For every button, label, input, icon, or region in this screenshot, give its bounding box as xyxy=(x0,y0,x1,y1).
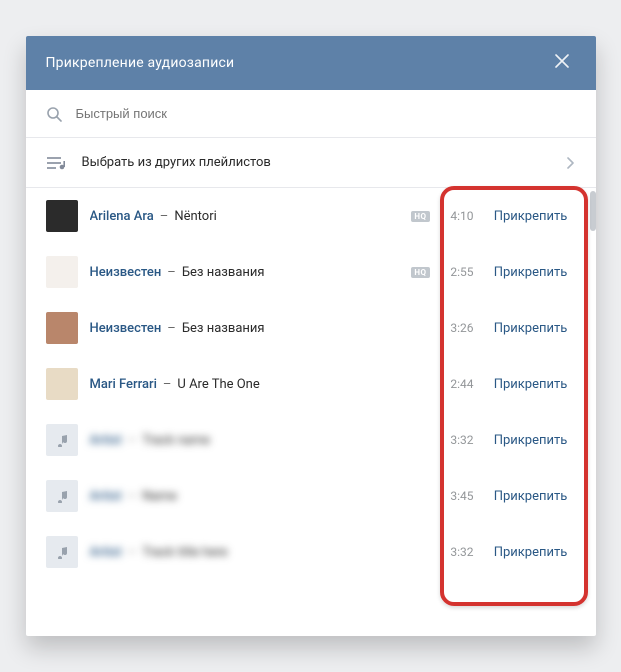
track-text: Неизвестен–Без названия xyxy=(90,321,430,336)
search-bar xyxy=(26,90,596,138)
search-input[interactable] xyxy=(76,106,576,121)
close-button[interactable] xyxy=(548,49,576,77)
search-icon xyxy=(46,106,62,122)
track-duration: 3:45 xyxy=(442,489,474,503)
track-text: Arilena Ara–Nëntori xyxy=(90,209,400,224)
track-duration: 3:32 xyxy=(442,545,474,559)
track-row[interactable]: Mari Ferrari–U Are The One 2:44 Прикрепить xyxy=(26,356,596,412)
track-text: Mari Ferrari–U Are The One xyxy=(90,377,430,392)
track-row[interactable]: Arilena Ara–Nëntori HQ 4:10 Прикрепить xyxy=(26,188,596,244)
attach-button[interactable]: Прикрепить xyxy=(486,489,576,504)
track-title: Track title here xyxy=(142,545,227,560)
track-artist[interactable]: Artist xyxy=(90,545,122,560)
modal-header: Прикрепление аудиозаписи xyxy=(26,36,596,90)
track-row[interactable]: Неизвестен–Без названия 3:26 Прикрепить xyxy=(26,300,596,356)
track-title: Без названия xyxy=(182,265,265,280)
track-thumbnail xyxy=(46,312,78,344)
track-text: Artist–Track title here xyxy=(90,545,430,560)
track-duration: 2:55 xyxy=(442,265,474,279)
track-artist[interactable]: Неизвестен xyxy=(90,321,162,336)
track-text: Artist–Name xyxy=(90,489,430,504)
chevron-right-icon xyxy=(564,157,576,169)
track-row[interactable]: Artist–Name 3:45 Прикрепить xyxy=(26,468,596,524)
track-thumbnail xyxy=(46,480,78,512)
attach-button[interactable]: Прикрепить xyxy=(486,209,576,224)
track-artist[interactable]: Artist xyxy=(90,433,122,448)
track-thumbnail xyxy=(46,424,78,456)
hq-badge: HQ xyxy=(411,267,429,278)
modal-title: Прикрепление аудиозаписи xyxy=(46,55,548,71)
track-duration: 4:10 xyxy=(442,209,474,223)
attach-button[interactable]: Прикрепить xyxy=(486,433,576,448)
attach-audio-modal: Прикрепление аудиозаписи Выбрать из друг… xyxy=(26,36,596,636)
attach-button[interactable]: Прикрепить xyxy=(486,377,576,392)
attach-button[interactable]: Прикрепить xyxy=(486,545,576,560)
attach-button[interactable]: Прикрепить xyxy=(486,321,576,336)
track-row[interactable]: Artist–Track title here 3:32 Прикрепить xyxy=(26,524,596,580)
track-title: U Are The One xyxy=(177,377,259,392)
attach-button[interactable]: Прикрепить xyxy=(486,265,576,280)
track-duration: 2:44 xyxy=(442,377,474,391)
track-title: Без названия xyxy=(182,321,265,336)
track-artist[interactable]: Mari Ferrari xyxy=(90,377,157,392)
select-other-playlists[interactable]: Выбрать из других плейлистов xyxy=(26,138,596,188)
track-artist[interactable]: Неизвестен xyxy=(90,265,162,280)
track-thumbnail xyxy=(46,368,78,400)
track-duration: 3:26 xyxy=(442,321,474,335)
track-list[interactable]: Arilena Ara–NëntoriHQ4:10ПрикрепитьНеизв… xyxy=(26,188,596,636)
track-artist[interactable]: Artist xyxy=(90,489,122,504)
track-text: Artist–Track name xyxy=(90,433,430,448)
track-text: Неизвестен–Без названия xyxy=(90,265,400,280)
close-icon xyxy=(555,54,569,72)
hq-badge: HQ xyxy=(411,211,429,222)
playlist-icon xyxy=(46,156,66,170)
track-thumbnail xyxy=(46,536,78,568)
track-artist[interactable]: Arilena Ara xyxy=(90,209,154,224)
scrollbar-thumb[interactable] xyxy=(590,191,596,231)
track-thumbnail xyxy=(46,200,78,232)
track-title: Nëntori xyxy=(174,209,216,224)
track-thumbnail xyxy=(46,256,78,288)
select-playlists-label: Выбрать из других плейлистов xyxy=(82,155,548,170)
track-duration: 3:32 xyxy=(442,433,474,447)
track-title: Track name xyxy=(142,433,210,448)
track-row[interactable]: Неизвестен–Без названия HQ 2:55 Прикрепить xyxy=(26,244,596,300)
track-title: Name xyxy=(142,489,177,504)
track-row[interactable]: Artist–Track name 3:32 Прикрепить xyxy=(26,412,596,468)
